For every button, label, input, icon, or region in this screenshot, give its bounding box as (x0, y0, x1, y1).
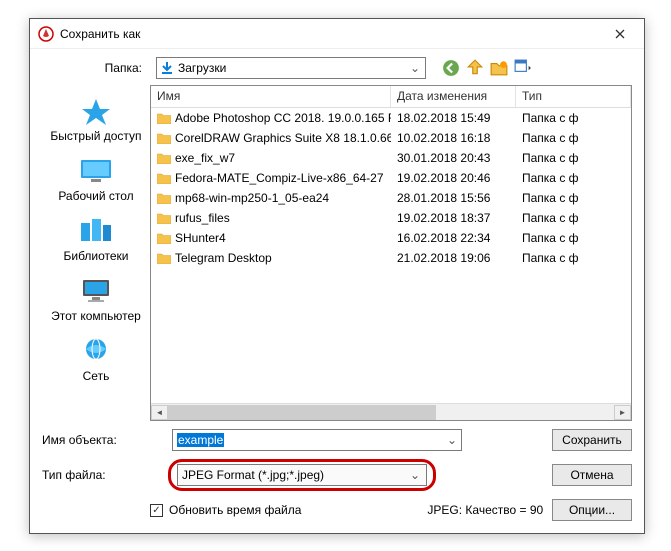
app-icon (38, 26, 54, 42)
sidebar-label: Сеть (83, 369, 110, 383)
cancel-button[interactable]: Отмена (552, 464, 632, 486)
file-date: 21.02.2018 19:06 (391, 251, 516, 265)
file-date: 19.02.2018 20:46 (391, 171, 516, 185)
options-button[interactable]: Опции... (552, 499, 632, 521)
quick-access-icon (78, 95, 114, 127)
table-row[interactable]: rufus_files 19.02.2018 18:37Папка с ф (151, 208, 631, 228)
file-type: Папка с ф (516, 231, 631, 245)
filetype-label: Тип файла: (42, 468, 172, 482)
up-icon[interactable] (466, 59, 484, 77)
file-type: Папка с ф (516, 111, 631, 125)
file-name: Fedora-MATE_Compiz-Live-x86_64-27 (175, 171, 384, 185)
file-date: 18.02.2018 15:49 (391, 111, 516, 125)
file-name: SHunter4 (175, 231, 226, 245)
highlight-annotation: JPEG Format (*.jpg;*.jpeg) ⌄ (168, 459, 436, 491)
close-button[interactable] (597, 20, 642, 48)
update-time-label: Обновить время файла (169, 503, 301, 517)
column-header-name[interactable]: Имя (151, 86, 391, 107)
file-name: exe_fix_w7 (175, 151, 235, 165)
folder-value: Загрузки (178, 61, 404, 75)
nav-tool-icons (442, 59, 532, 77)
sidebar-item-quick-access[interactable]: Быстрый доступ (42, 91, 150, 147)
file-list: Имя Дата изменения Тип Adobe Photoshop C… (150, 85, 632, 421)
file-type: Папка с ф (516, 211, 631, 225)
desktop-icon (78, 155, 114, 187)
scroll-track[interactable] (168, 405, 614, 420)
jpeg-quality-label: JPEG: Качество = 90 (427, 503, 543, 517)
column-header-date[interactable]: Дата изменения (391, 86, 516, 107)
save-button[interactable]: Сохранить (552, 429, 632, 451)
computer-icon (78, 275, 114, 307)
save-as-dialog: Сохранить как Папка: Загрузки ⌄ Быстрый … (29, 18, 645, 534)
file-date: 19.02.2018 18:37 (391, 211, 516, 225)
new-folder-icon[interactable] (490, 59, 508, 77)
table-row[interactable]: Telegram Desktop 21.02.2018 19:06Папка с … (151, 248, 631, 268)
sidebar-item-desktop[interactable]: Рабочий стол (42, 151, 150, 207)
back-icon[interactable] (442, 59, 460, 77)
file-name: CorelDRAW Graphics Suite X8 18.1.0.661 (175, 131, 391, 145)
file-name: Telegram Desktop (175, 251, 272, 265)
table-row[interactable]: mp68-win-mp250-1_05-ea24 28.01.2018 15:56… (151, 188, 631, 208)
sidebar-label: Рабочий стол (58, 189, 133, 203)
file-name: Adobe Photoshop CC 2018. 19.0.0.165 RePa… (175, 111, 391, 125)
downloads-icon (160, 61, 174, 75)
folder-label: Папка: (42, 61, 150, 75)
network-icon (78, 335, 114, 367)
folder-icon (157, 172, 171, 184)
titlebar: Сохранить как (30, 19, 644, 49)
sidebar-label: Этот компьютер (51, 309, 141, 323)
filename-value: example (177, 433, 224, 447)
filetype-value: JPEG Format (*.jpg;*.jpeg) (182, 468, 324, 482)
sidebar-item-this-pc[interactable]: Этот компьютер (42, 271, 150, 327)
folder-icon (157, 152, 171, 164)
folder-icon (157, 192, 171, 204)
folder-combo[interactable]: Загрузки ⌄ (156, 57, 426, 79)
table-row[interactable]: exe_fix_w7 30.01.2018 20:43Папка с ф (151, 148, 631, 168)
scroll-right-icon[interactable]: ► (614, 405, 631, 420)
column-header-type[interactable]: Тип (516, 86, 631, 107)
sidebar-label: Библиотеки (63, 249, 128, 263)
file-type: Папка с ф (516, 131, 631, 145)
chevron-down-icon: ⌄ (447, 433, 457, 447)
chevron-down-icon: ⌄ (408, 61, 422, 75)
update-time-checkbox[interactable]: ✓ (150, 504, 163, 517)
places-sidebar: Быстрый доступ Рабочий стол Библиотеки Э… (42, 85, 150, 421)
horizontal-scrollbar[interactable]: ◄ ► (151, 403, 631, 420)
file-date: 10.02.2018 16:18 (391, 131, 516, 145)
file-date: 30.01.2018 20:43 (391, 151, 516, 165)
folder-icon (157, 232, 171, 244)
folder-icon (157, 212, 171, 224)
filetype-combo[interactable]: JPEG Format (*.jpg;*.jpeg) ⌄ (177, 464, 427, 486)
table-row[interactable]: CorelDRAW Graphics Suite X8 18.1.0.66110… (151, 128, 631, 148)
file-date: 28.01.2018 15:56 (391, 191, 516, 205)
filename-input[interactable]: example ⌄ (172, 429, 462, 451)
folder-icon (157, 252, 171, 264)
sidebar-item-network[interactable]: Сеть (42, 331, 150, 387)
window-title: Сохранить как (60, 27, 597, 41)
scroll-thumb[interactable] (168, 405, 436, 420)
folder-icon (157, 112, 171, 124)
file-name: mp68-win-mp250-1_05-ea24 (175, 191, 329, 205)
file-date: 16.02.2018 22:34 (391, 231, 516, 245)
filename-label: Имя объекта: (42, 433, 172, 447)
file-type: Папка с ф (516, 191, 631, 205)
chevron-down-icon: ⌄ (410, 468, 420, 482)
file-type: Папка с ф (516, 251, 631, 265)
sidebar-label: Быстрый доступ (50, 129, 141, 143)
table-row[interactable]: Adobe Photoshop CC 2018. 19.0.0.165 RePa… (151, 108, 631, 128)
folder-toolbar: Папка: Загрузки ⌄ (30, 49, 644, 85)
folder-icon (157, 132, 171, 144)
file-type: Папка с ф (516, 171, 631, 185)
table-row[interactable]: Fedora-MATE_Compiz-Live-x86_64-27 19.02.2… (151, 168, 631, 188)
file-list-header: Имя Дата изменения Тип (151, 86, 631, 108)
sidebar-item-libraries[interactable]: Библиотеки (42, 211, 150, 267)
view-menu-icon[interactable] (514, 59, 532, 77)
file-name: rufus_files (175, 211, 230, 225)
libraries-icon (78, 215, 114, 247)
table-row[interactable]: SHunter4 16.02.2018 22:34Папка с ф (151, 228, 631, 248)
file-type: Папка с ф (516, 151, 631, 165)
scroll-left-icon[interactable]: ◄ (151, 405, 168, 420)
